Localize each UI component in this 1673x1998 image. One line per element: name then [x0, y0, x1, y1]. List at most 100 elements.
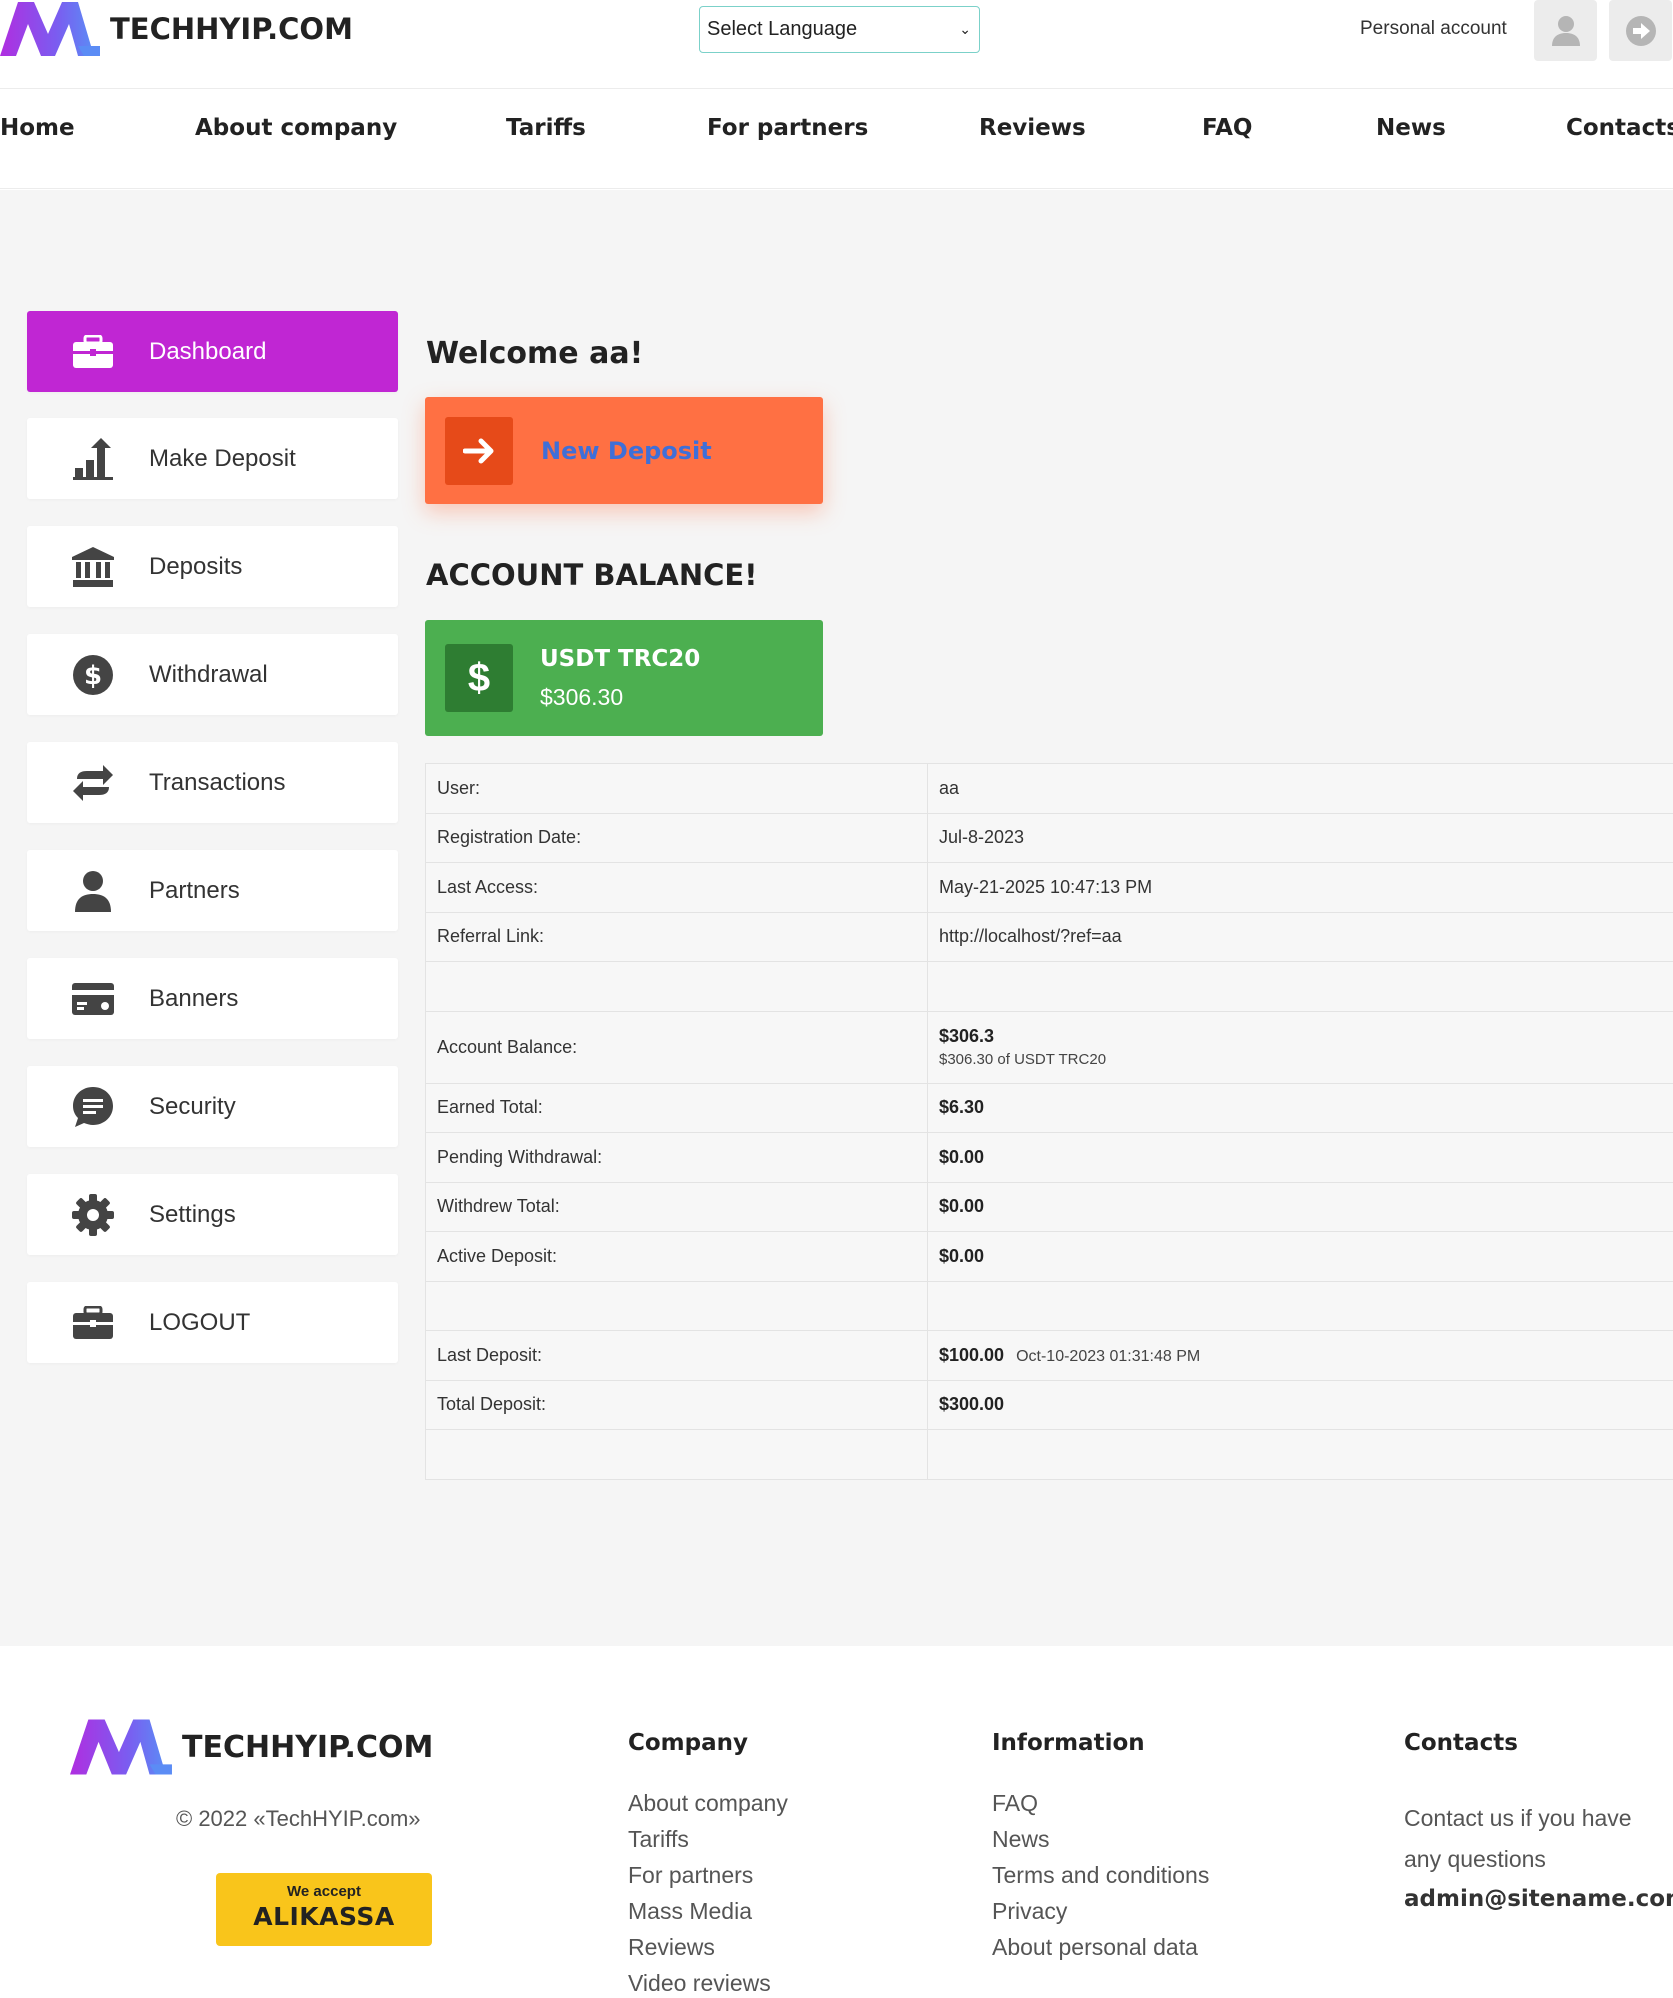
- chevron-down-icon: ⌄: [959, 21, 971, 37]
- footer-contacts-title: Contacts: [1404, 1730, 1518, 1756]
- balance-amount: $306.30: [540, 683, 624, 710]
- site-logo[interactable]: TECHHYIP.COM: [0, 0, 353, 58]
- last-access-value: May-21-2025 10:47:13 PM: [927, 862, 1673, 913]
- sidebar-item-label: Transactions: [149, 768, 286, 796]
- table-row: Referral Link: http://localhost/?ref=aa: [425, 912, 1673, 962]
- empty-cell: [927, 961, 1673, 1012]
- account-info-table: User: aa Registration Date: Jul-8-2023 L…: [425, 763, 1673, 1480]
- logo-mark-icon: [0, 2, 100, 56]
- footer-company-title: Company: [628, 1730, 748, 1756]
- sidebar-item-make-deposit[interactable]: Make Deposit: [27, 418, 398, 499]
- footer-link[interactable]: Tariffs: [628, 1826, 788, 1862]
- nav-home[interactable]: Home: [0, 115, 75, 141]
- footer-email-link[interactable]: admin@sitename.com: [1404, 1886, 1673, 1912]
- table-row: Total Deposit: $300.00: [425, 1380, 1673, 1430]
- footer-link[interactable]: Terms and conditions: [992, 1862, 1209, 1898]
- sidebar-item-deposits[interactable]: Deposits: [27, 526, 398, 607]
- sidebar-item-security[interactable]: Security: [27, 1066, 398, 1147]
- sidebar-item-label: Settings: [149, 1200, 236, 1228]
- withdrew-total-value: $0.00: [939, 1196, 985, 1217]
- sidebar-item-label: Withdrawal: [149, 660, 268, 688]
- footer-link[interactable]: Video reviews: [628, 1970, 788, 1998]
- sidebar-item-label: Banners: [149, 984, 239, 1012]
- last-deposit-cell: $100.00 Oct-10-2023 01:31:48 PM: [927, 1330, 1673, 1381]
- earned-total-label: Earned Total:: [425, 1083, 928, 1133]
- footer-link[interactable]: About personal data: [992, 1934, 1209, 1970]
- table-row: User: aa: [425, 763, 1673, 814]
- personal-account-link[interactable]: Personal account: [1360, 18, 1507, 40]
- sidebar-item-withdrawal[interactable]: $ Withdrawal: [27, 634, 398, 715]
- alikassa-badge[interactable]: We accept ALIKASSA: [216, 1873, 432, 1946]
- sidebar-item-dashboard[interactable]: Dashboard: [27, 311, 398, 392]
- total-deposit-cell: $300.00: [927, 1380, 1673, 1430]
- card-icon: [71, 977, 115, 1021]
- withdrew-total-cell: $0.00: [927, 1182, 1673, 1232]
- user-account-button[interactable]: [1534, 0, 1597, 61]
- nav-tariffs[interactable]: Tariffs: [506, 115, 586, 141]
- nav-faq[interactable]: FAQ: [1202, 115, 1252, 141]
- table-row: Last Access: May-21-2025 10:47:13 PM: [425, 862, 1673, 913]
- sidebar-item-label: Deposits: [149, 552, 243, 580]
- sidebar-item-logout[interactable]: LOGOUT: [27, 1282, 398, 1363]
- user-icon: [71, 869, 115, 913]
- active-deposit-label: Active Deposit:: [425, 1231, 928, 1282]
- table-row: Pending Withdrawal: $0.00: [425, 1132, 1673, 1183]
- footer-information-title: Information: [992, 1730, 1145, 1756]
- table-row-empty: [425, 1429, 1673, 1480]
- footer-brand-name: TECHHYIP.COM: [182, 1729, 434, 1765]
- empty-cell: [927, 1281, 1673, 1331]
- last-deposit-value: $100.00: [939, 1344, 1005, 1365]
- nav-reviews[interactable]: Reviews: [979, 115, 1086, 141]
- table-row: Withdrew Total: $0.00: [425, 1182, 1673, 1232]
- registration-date-label: Registration Date:: [425, 813, 928, 863]
- language-select-value: Select Language: [707, 18, 858, 40]
- bank-icon: [71, 545, 115, 589]
- new-deposit-label: New Deposit: [541, 436, 712, 465]
- account-balance-value: $306.3: [939, 1026, 995, 1046]
- footer-link[interactable]: Mass Media: [628, 1898, 788, 1934]
- sidebar-item-label: Partners: [149, 876, 240, 904]
- table-row: Earned Total: $6.30: [425, 1083, 1673, 1133]
- table-row: Active Deposit: $0.00: [425, 1231, 1673, 1282]
- footer-link[interactable]: Privacy: [992, 1898, 1209, 1934]
- footer-link[interactable]: About company: [628, 1790, 788, 1826]
- nav-for-partners[interactable]: For partners: [707, 115, 868, 141]
- account-balance-title: ACCOUNT BALANCE!: [426, 558, 758, 592]
- total-deposit-label: Total Deposit:: [425, 1380, 928, 1430]
- welcome-heading: Welcome aa!: [426, 336, 644, 371]
- chart-up-icon: [71, 437, 115, 481]
- dollar-icon: $: [445, 644, 513, 712]
- sidebar-item-label: LOGOUT: [149, 1308, 251, 1336]
- footer-link[interactable]: News: [992, 1826, 1209, 1862]
- footer-logo[interactable]: TECHHYIP.COM: [70, 1716, 433, 1778]
- nav-contacts[interactable]: Contacts: [1566, 115, 1673, 141]
- table-row: Last Deposit: $100.00 Oct-10-2023 01:31:4…: [425, 1330, 1673, 1381]
- sidebar-item-settings[interactable]: Settings: [27, 1174, 398, 1255]
- empty-cell: [927, 1429, 1673, 1480]
- language-select[interactable]: Select Language ⌄: [699, 6, 980, 53]
- nav-about-company[interactable]: About company: [195, 115, 397, 141]
- registration-date-value: Jul-8-2023: [927, 813, 1673, 863]
- sidebar-item-banners[interactable]: Banners: [27, 958, 398, 1039]
- account-balance-breakdown: $306.30 of USDT TRC20: [939, 1051, 1107, 1068]
- footer-link[interactable]: For partners: [628, 1862, 788, 1898]
- referral-link-value[interactable]: http://localhost/?ref=aa: [927, 912, 1673, 962]
- sidebar-item-transactions[interactable]: Transactions: [27, 742, 398, 823]
- nav-news[interactable]: News: [1376, 115, 1446, 141]
- active-deposit-value: $0.00: [939, 1245, 985, 1266]
- dollar-coin-icon: $: [71, 653, 115, 697]
- chat-icon: [71, 1085, 115, 1129]
- pending-withdrawal-cell: $0.00: [927, 1132, 1673, 1183]
- table-row: Registration Date: Jul-8-2023: [425, 813, 1673, 863]
- footer-link[interactable]: FAQ: [992, 1790, 1209, 1826]
- briefcase-icon: [71, 1301, 115, 1345]
- last-deposit-date: Oct-10-2023 01:31:48 PM: [1016, 1347, 1201, 1365]
- active-deposit-cell: $0.00: [927, 1231, 1673, 1282]
- last-deposit-label: Last Deposit:: [425, 1330, 928, 1381]
- arrow-right-circle-icon: [1625, 15, 1656, 46]
- logout-button[interactable]: [1609, 0, 1672, 61]
- footer-link[interactable]: Reviews: [628, 1934, 788, 1970]
- sidebar-item-partners[interactable]: Partners: [27, 850, 398, 931]
- table-row-empty: [425, 1281, 1673, 1331]
- new-deposit-button[interactable]: New Deposit: [425, 397, 823, 504]
